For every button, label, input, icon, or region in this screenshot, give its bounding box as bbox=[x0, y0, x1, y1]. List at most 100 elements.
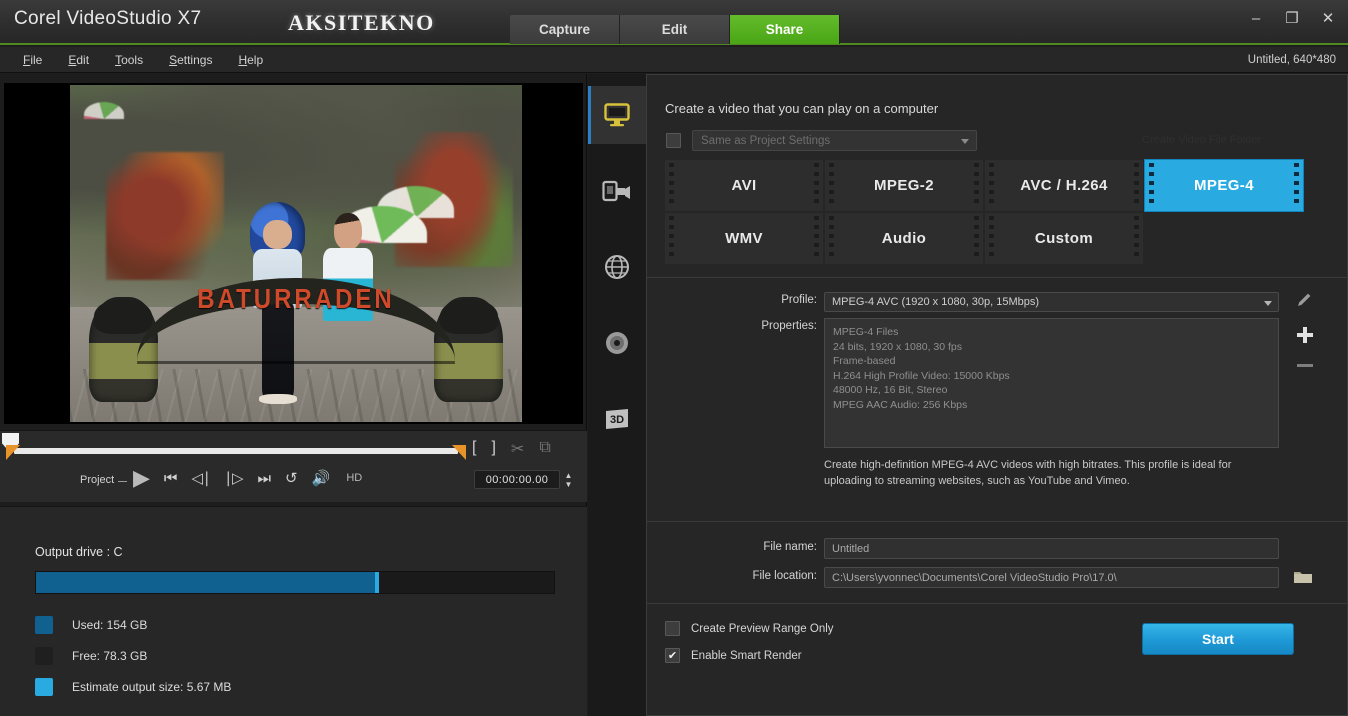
properties-label: Properties: bbox=[761, 320, 817, 332]
share-panel: 3D Create a video that you can play on a… bbox=[588, 74, 1348, 716]
legend-label-used: Used: 154 GB bbox=[72, 617, 148, 632]
scissors-icon[interactable]: ✂ bbox=[511, 439, 524, 459]
start-button[interactable]: Start bbox=[1142, 623, 1294, 655]
mark-out-icon[interactable]: ] bbox=[491, 439, 495, 459]
menu-help-accel: H bbox=[238, 53, 248, 67]
format-slot-empty bbox=[1145, 213, 1303, 264]
menu-bar: File Edit Tools Settings Help Untitled, … bbox=[0, 47, 1348, 73]
svg-text:3D: 3D bbox=[610, 414, 624, 426]
profile-select[interactable]: MPEG-4 AVC (1920 x 1080, 30p, 15Mbps) bbox=[824, 292, 1279, 312]
share-target-rail: 3D bbox=[588, 74, 646, 716]
menu-file[interactable]: File bbox=[10, 47, 55, 73]
timecode-down-icon[interactable]: ▼ bbox=[565, 480, 573, 489]
option-smart-render: ✔ Enable Smart Render bbox=[665, 642, 834, 669]
property-line: MPEG-4 Files bbox=[833, 326, 899, 338]
format-button-audio[interactable]: Audio bbox=[825, 213, 983, 264]
mark-in-icon[interactable]: [ bbox=[472, 439, 476, 459]
menu-settings-label: ettings bbox=[177, 53, 213, 67]
divider-bottom bbox=[647, 521, 1348, 522]
tab-edit[interactable]: Edit bbox=[620, 15, 730, 44]
profile-value: MPEG-4 AVC (1920 x 1080, 30p, 15Mbps) bbox=[832, 296, 1040, 308]
minimize-icon[interactable]: – bbox=[1246, 8, 1266, 28]
photo-person-adult bbox=[242, 202, 314, 404]
legend-item-used: Used: 154 GB bbox=[35, 609, 231, 640]
app-window: Corel VideoStudio X7 AKSITEKNO Capture E… bbox=[0, 0, 1348, 716]
format-button-avi[interactable]: AVI bbox=[665, 160, 823, 211]
project-settings-select[interactable]: Same as Project Settings bbox=[692, 130, 977, 151]
format-button-custom[interactable]: Custom bbox=[985, 213, 1143, 264]
format-button-wmv[interactable]: WMV bbox=[665, 213, 823, 264]
menu-edit-label: dit bbox=[76, 53, 90, 67]
go-end-button[interactable]: ⏭ bbox=[258, 471, 272, 486]
file-name-input[interactable]: Untitled bbox=[824, 538, 1279, 559]
format-button-mpeg4[interactable]: MPEG-4 bbox=[1145, 160, 1303, 211]
mark-tools: [ ] ✂ ⧉ bbox=[472, 439, 551, 459]
file-location-input[interactable]: C:\Users\yvonnec\Documents\Corel VideoSt… bbox=[824, 567, 1279, 588]
photo-foliage-left bbox=[106, 152, 224, 281]
output-drive-panel: Output drive : C Used: 154 GB Free: 78.3… bbox=[0, 506, 587, 716]
property-line: 24 bits, 1920 x 1080, 30 fps bbox=[833, 340, 963, 353]
browse-folder-button[interactable] bbox=[1292, 567, 1314, 587]
menu-edit[interactable]: Edit bbox=[55, 47, 102, 73]
copy-icon[interactable]: ⧉ bbox=[539, 439, 550, 459]
format-button-mpeg2[interactable]: MPEG-2 bbox=[825, 160, 983, 211]
photo-person-adult-feet bbox=[259, 393, 297, 404]
drive-used-segment bbox=[36, 572, 376, 593]
rail-item-computer[interactable] bbox=[588, 86, 646, 144]
project-settings-checkbox-wrap bbox=[666, 133, 681, 153]
preview-panel: BATURRADEN [ ] ✂ ⧉ Project ▶ ⏮ ◁∣ ∣▷ ⏭ ↺… bbox=[0, 74, 587, 716]
rail-item-disc[interactable] bbox=[588, 314, 646, 372]
option-preview-range: Create Preview Range Only bbox=[665, 615, 834, 642]
format-button-avc-h264[interactable]: AVC / H.264 bbox=[985, 160, 1143, 211]
monitor-icon bbox=[604, 103, 630, 127]
add-profile-icon[interactable] bbox=[1295, 325, 1315, 345]
hd-toggle[interactable]: HD bbox=[346, 472, 362, 484]
drive-usage-bar bbox=[35, 571, 555, 594]
rail-item-device[interactable] bbox=[588, 162, 646, 220]
go-start-button[interactable]: ⏮ bbox=[164, 471, 178, 486]
share-content: Create a video that you can play on a co… bbox=[646, 74, 1348, 716]
menu-help[interactable]: Help bbox=[225, 47, 276, 73]
timecode-stepper[interactable]: ▲ ▼ bbox=[563, 469, 574, 490]
project-settings-checkbox[interactable] bbox=[666, 133, 681, 148]
menu-tools-label: ools bbox=[121, 53, 144, 67]
render-options: Create Preview Range Only ✔ Enable Smart… bbox=[665, 615, 834, 669]
rail-item-web[interactable] bbox=[588, 238, 646, 296]
device-camcorder-icon bbox=[602, 180, 630, 202]
enable-smart-render-checkbox[interactable]: ✔ bbox=[665, 648, 680, 663]
close-icon[interactable]: ✕ bbox=[1318, 8, 1338, 28]
three-d-icon: 3D bbox=[606, 409, 628, 429]
create-preview-range-checkbox[interactable] bbox=[665, 621, 680, 636]
video-preview[interactable]: BATURRADEN bbox=[4, 83, 583, 424]
next-frame-button[interactable]: ∣▷ bbox=[224, 471, 243, 486]
menu-items: File Edit Tools Settings Help bbox=[10, 47, 276, 73]
previous-frame-button[interactable]: ◁∣ bbox=[191, 471, 210, 486]
tab-share[interactable]: Share bbox=[730, 15, 840, 44]
watermark-overlay: AKSITEKNO bbox=[288, 10, 435, 35]
photo-person-child-body bbox=[323, 247, 373, 321]
edit-pencil-icon[interactable] bbox=[1296, 291, 1314, 309]
repeat-button[interactable]: ↺ bbox=[285, 471, 298, 486]
share-hint-text: Create a video that you can play on a co… bbox=[665, 101, 939, 116]
volume-button[interactable]: 🔊 bbox=[312, 471, 331, 486]
timecode-up-icon[interactable]: ▲ bbox=[565, 471, 573, 480]
timeline-scrubber[interactable] bbox=[14, 448, 458, 454]
chevron-down-icon bbox=[1264, 301, 1272, 306]
restore-icon[interactable]: ❐ bbox=[1282, 8, 1302, 28]
folder-icon bbox=[1294, 572, 1312, 583]
menu-tools[interactable]: Tools bbox=[102, 47, 156, 73]
legend-label-free: Free: 78.3 GB bbox=[72, 648, 148, 663]
legend-swatch-estimate bbox=[35, 677, 53, 696]
rail-item-3d[interactable]: 3D bbox=[588, 390, 646, 448]
menu-settings[interactable]: Settings bbox=[156, 47, 225, 73]
enable-smart-render-label: Enable Smart Render bbox=[691, 649, 802, 662]
play-button[interactable]: ▶ bbox=[133, 467, 150, 489]
photo-person-adult-legs bbox=[261, 304, 294, 398]
legend-swatch-free bbox=[35, 646, 53, 665]
globe-icon bbox=[605, 255, 629, 279]
timecode-display[interactable]: 00:00:00.00 bbox=[474, 470, 560, 489]
remove-profile-icon[interactable] bbox=[1295, 361, 1315, 369]
properties-box: MPEG-4 Files 24 bits, 1920 x 1080, 30 fp… bbox=[824, 318, 1279, 448]
menu-file-label: ile bbox=[30, 53, 43, 67]
tab-capture[interactable]: Capture bbox=[510, 15, 620, 44]
